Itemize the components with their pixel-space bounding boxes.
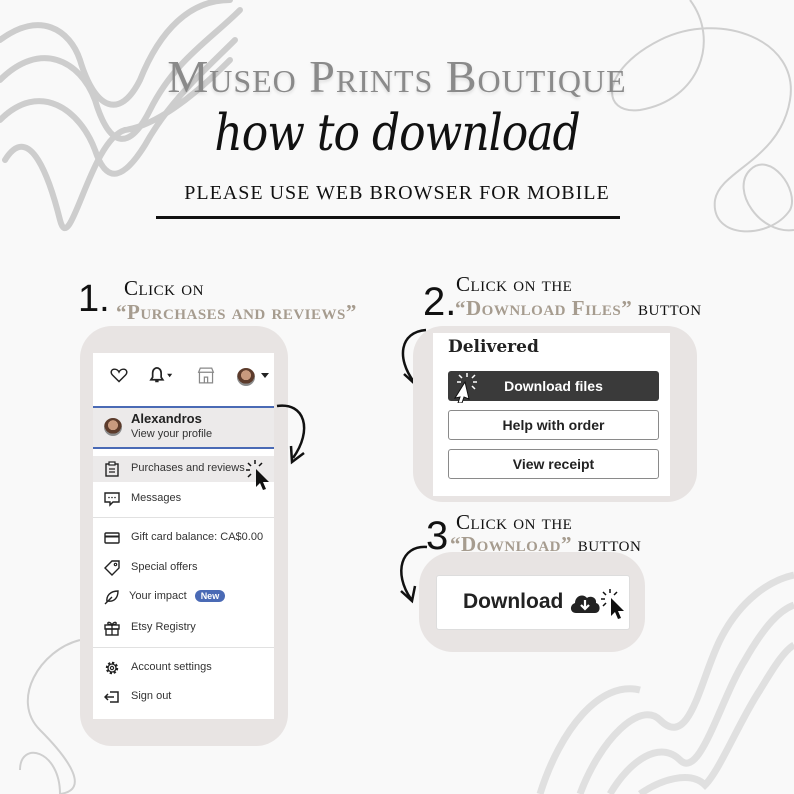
cloud-download-icon — [570, 595, 600, 613]
menu-item-sign-out[interactable]: Sign out — [93, 684, 274, 710]
step-1-number: 1. — [78, 278, 110, 320]
cursor-click-icon — [453, 373, 477, 403]
order-status: Delivered — [448, 337, 539, 357]
tag-icon — [104, 560, 120, 576]
message-icon — [104, 492, 120, 507]
menu-divider — [93, 517, 274, 518]
menu-item-gift-card[interactable]: Gift card balance: CA$0.00 — [93, 525, 274, 551]
order-card: Delivered Download files Help with order… — [433, 333, 670, 496]
menu-item-label: Sign out — [131, 690, 172, 702]
divider-rule — [156, 216, 620, 219]
download-button[interactable]: Download — [436, 575, 630, 630]
leaf-icon — [104, 590, 119, 605]
menu-item-label: Special offers — [131, 561, 198, 573]
help-with-order-button[interactable]: Help with order — [448, 410, 659, 440]
curved-arrow-icon — [276, 404, 306, 465]
gear-icon — [105, 661, 119, 675]
step-2-target: “Download Files” button — [455, 296, 702, 321]
menu-item-special-offers[interactable]: Special offers — [93, 555, 274, 581]
step-1-target: “Purchases and reviews” — [116, 300, 357, 324]
download-label: Download — [463, 590, 564, 613]
heart-icon[interactable] — [110, 367, 128, 383]
view-receipt-button[interactable]: View receipt — [448, 449, 659, 479]
step-2-instruction: Click on the — [456, 272, 573, 296]
menu-item-account-settings[interactable]: Account settings — [93, 655, 274, 681]
subtitle: PLEASE USE WEB BROWSER FOR MOBILE — [184, 182, 610, 204]
menu-item-label: Purchases and reviews — [131, 462, 245, 474]
clipboard-icon — [105, 461, 119, 477]
menu-item-your-impact[interactable]: Your impact New — [93, 584, 274, 610]
brand-title: Museo Prints Boutique — [167, 51, 627, 102]
page-title: how to download — [214, 104, 580, 163]
profile-name: Alexandros — [131, 411, 202, 426]
menu-item-registry[interactable]: Etsy Registry — [93, 615, 274, 641]
profile-link-label: View your profile — [131, 428, 213, 440]
avatar[interactable] — [237, 368, 255, 386]
step-2-highlight: “Download Files” — [455, 296, 633, 320]
card-icon — [104, 532, 120, 544]
cursor-click-icon — [601, 589, 624, 619]
sign-out-icon — [104, 691, 119, 703]
step-1-instruction: Click on — [124, 276, 204, 300]
step-2-suffix: button — [632, 296, 702, 320]
menu-item-label: Etsy Registry — [131, 621, 196, 633]
menu-item-label: Gift card balance: CA$0.00 — [131, 531, 264, 543]
profile-link[interactable]: Alexandros View your profile — [93, 406, 274, 449]
shop-icon[interactable] — [197, 367, 215, 384]
menu-top-bar — [93, 353, 274, 399]
account-menu: Alexandros View your profile Purchases a… — [93, 353, 274, 719]
menu-item-text: Your impact — [129, 590, 187, 602]
bell-icon[interactable] — [148, 367, 176, 384]
profile-avatar — [104, 418, 122, 436]
menu-item-label: Account settings — [131, 661, 212, 673]
step-2-number: 2. — [423, 280, 457, 324]
menu-item-label: Your impact New — [129, 590, 226, 602]
menu-item-label: Messages — [131, 492, 182, 504]
gift-icon — [104, 621, 120, 636]
menu-divider — [93, 647, 274, 648]
new-badge: New — [194, 590, 226, 602]
chevron-down-icon[interactable] — [261, 373, 269, 379]
cursor-click-icon — [246, 460, 269, 490]
